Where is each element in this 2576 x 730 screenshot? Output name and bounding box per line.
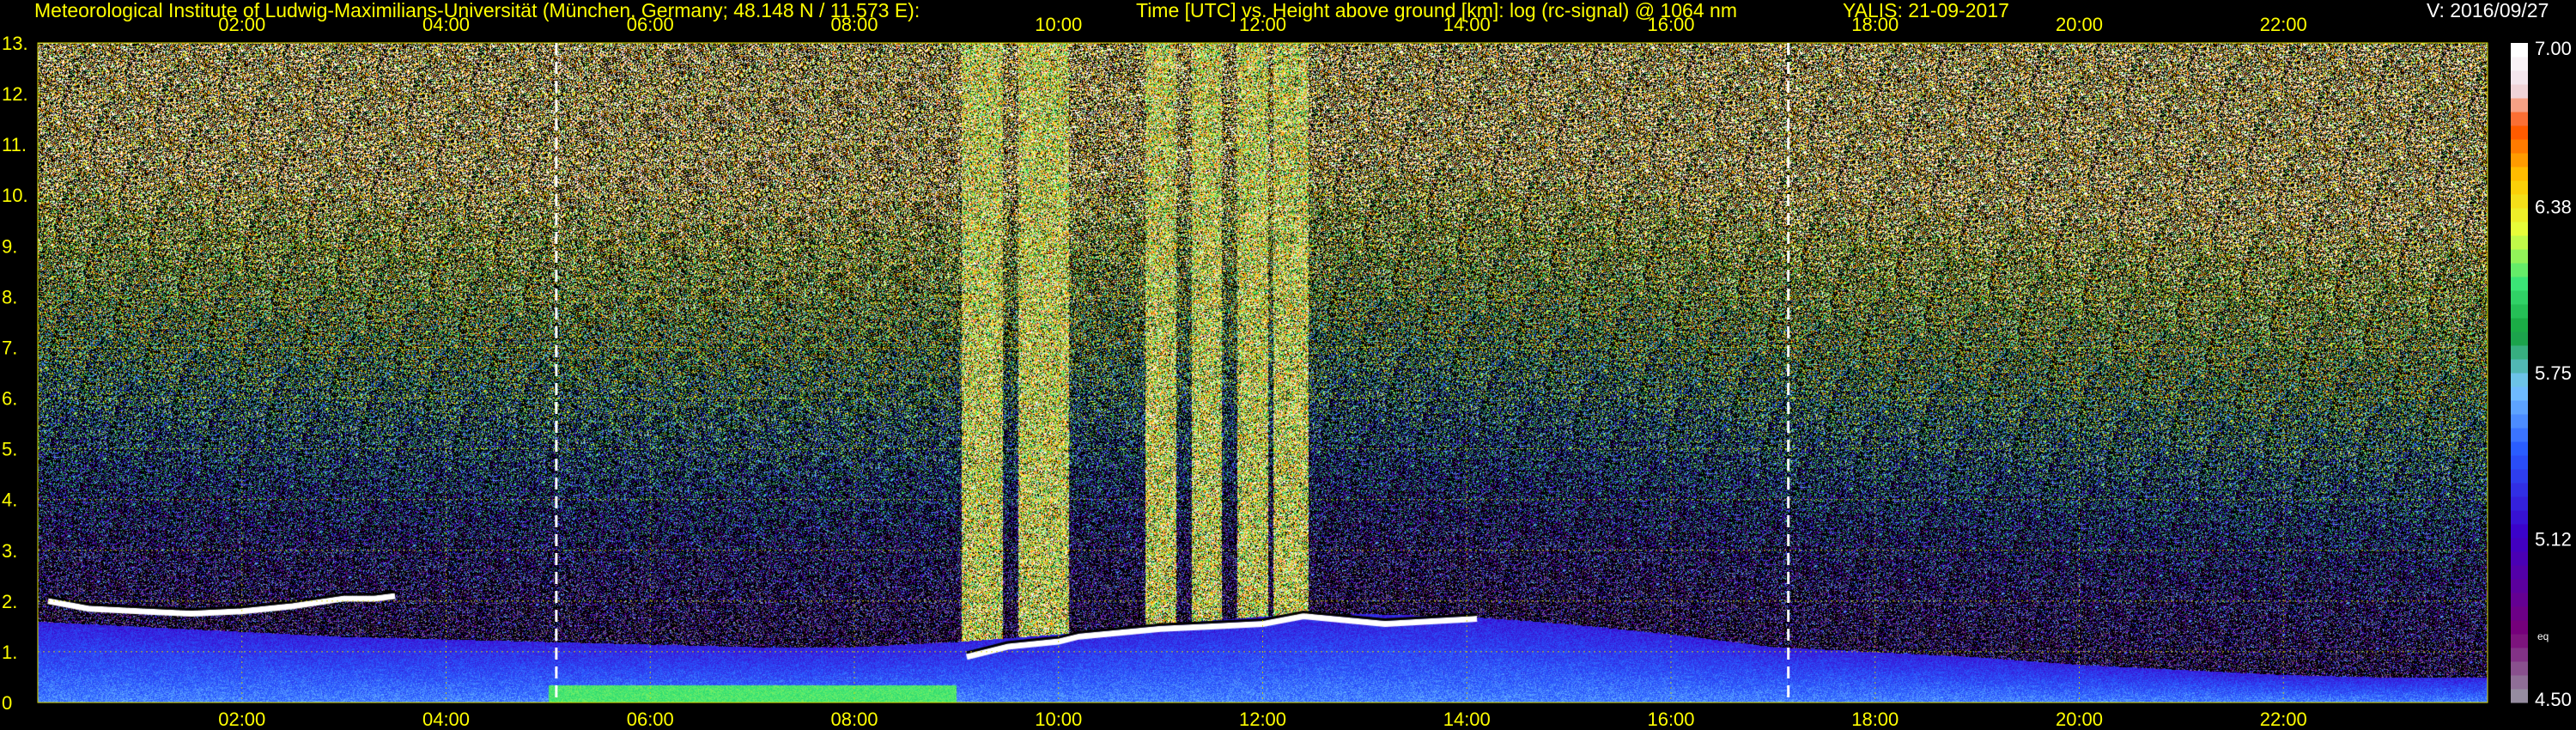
y-tick-label: 3. (2, 540, 17, 562)
x-tick-label: 04:00 (422, 14, 470, 35)
colorbar-tick-label: 5.75 (2535, 362, 2572, 384)
colorbar-segment (2511, 538, 2528, 552)
x-tick-label: 06:00 (627, 14, 674, 35)
colorbar-segment (2511, 318, 2528, 332)
colorbar-tick-label: 5.12 (2535, 529, 2572, 551)
colorbar-segment (2511, 606, 2528, 621)
x-tick-label: 16:00 (1647, 709, 1694, 730)
colorbar-segment (2511, 249, 2528, 264)
x-tick-label: 02:00 (218, 14, 265, 35)
colorbar-segment (2511, 661, 2528, 676)
x-tick-label: 14:00 (1443, 709, 1491, 730)
y-tick-label: 7. (2, 337, 17, 358)
colorbar-segment (2511, 43, 2528, 58)
colorbar-segment (2511, 332, 2528, 346)
colorbar-segment (2511, 235, 2528, 250)
x-tick-label: 08:00 (830, 709, 878, 730)
y-tick-label: 8. (2, 286, 17, 307)
colorbar-segment (2511, 469, 2528, 484)
colorbar-segment (2511, 551, 2528, 566)
x-tick-label: 10:00 (1035, 14, 1082, 35)
colorbar-segment (2511, 167, 2528, 181)
colorbar-segment (2511, 689, 2528, 703)
x-tick-label: 18:00 (1851, 709, 1899, 730)
y-tick-label: 2. (2, 591, 17, 612)
x-tick-label: 16:00 (1647, 14, 1694, 35)
colorbar-tick-label: 6.38 (2535, 196, 2572, 217)
x-tick-label: 14:00 (1443, 14, 1491, 35)
colorbar-segment (2511, 455, 2528, 470)
colorbar-segment (2511, 345, 2528, 360)
colorbar-segment (2511, 620, 2528, 635)
x-tick-label: 06:00 (627, 709, 674, 730)
colorbar-segment (2511, 565, 2528, 580)
colorbar-segment (2511, 57, 2528, 71)
y-tick-label: 0 (2, 692, 12, 714)
x-tick-label: 20:00 (2056, 709, 2103, 730)
colorbar-segment (2511, 634, 2528, 648)
y-tick-label: 6. (2, 388, 17, 410)
y-tick-label: 4. (2, 490, 17, 511)
colorbar-segment (2511, 180, 2528, 195)
y-tick-label: 5. (2, 439, 17, 460)
x-tick-label: 02:00 (218, 709, 265, 730)
colorbar-segment (2511, 263, 2528, 277)
x-tick-label: 08:00 (830, 14, 878, 35)
colorbar-segment (2511, 139, 2528, 154)
colorbar-tick-label: 4.50 (2535, 689, 2572, 710)
x-tick-label: 20:00 (2056, 14, 2103, 35)
colorbar-segment (2511, 579, 2528, 593)
colorbar-eq-label: eq (2537, 630, 2549, 642)
colorbar-tick-label: 7.00 (2535, 38, 2572, 59)
colorbar-segment (2511, 70, 2528, 85)
y-tick-label: 12. (2, 83, 28, 105)
colorbar-segment (2511, 483, 2528, 497)
colorbar-segment (2511, 524, 2528, 538)
colorbar-segment (2511, 125, 2528, 140)
y-tick-label: 1. (2, 642, 17, 663)
colorbar-segment (2511, 277, 2528, 291)
colorbar-segment (2511, 400, 2528, 415)
colorbar-segment (2511, 648, 2528, 662)
x-tick-label: 22:00 (2260, 14, 2307, 35)
y-tick-label: 11. (2, 134, 27, 155)
colorbar-segment (2511, 593, 2528, 607)
y-tick-label: 10. (2, 185, 28, 206)
colorbar: 4.50 5.12 5.75 6.38 7.00 eq (2511, 38, 2572, 710)
colorbar-segment (2511, 153, 2528, 167)
x-tick-label: 18:00 (1851, 14, 1899, 35)
colorbar-segment (2511, 414, 2528, 429)
y-tick-label: 13. (2, 33, 28, 54)
colorbar-segment (2511, 222, 2528, 236)
colorbar-segment (2511, 194, 2528, 209)
colorbar-segment (2511, 496, 2528, 511)
colorbar-segment (2511, 428, 2528, 442)
colorbar-segment (2511, 208, 2528, 222)
x-tick-label: 10:00 (1035, 709, 1082, 730)
x-tick-label: 04:00 (422, 709, 470, 730)
colorbar-segment (2511, 359, 2528, 374)
colorbar-segment (2511, 290, 2528, 305)
colorbar-segment (2511, 98, 2528, 113)
x-tick-label: 12:00 (1239, 709, 1286, 730)
colorbar-segment (2511, 386, 2528, 401)
y-tick-label: 9. (2, 235, 17, 257)
colorbar-segment (2511, 675, 2528, 690)
x-tick-label: 22:00 (2260, 709, 2307, 730)
colorbar-segment (2511, 373, 2528, 387)
x-tick-label: 12:00 (1239, 14, 1286, 35)
colorbar-segment (2511, 441, 2528, 456)
colorbar-segment (2511, 84, 2528, 99)
lidar-plot: 02:00 02:00 04:00 04:00 06:00 06:00 08:00 08:00… (2, 14, 2572, 730)
colorbar-segment (2511, 112, 2528, 126)
colorbar-segment (2511, 510, 2528, 525)
colorbar-segment (2511, 304, 2528, 319)
